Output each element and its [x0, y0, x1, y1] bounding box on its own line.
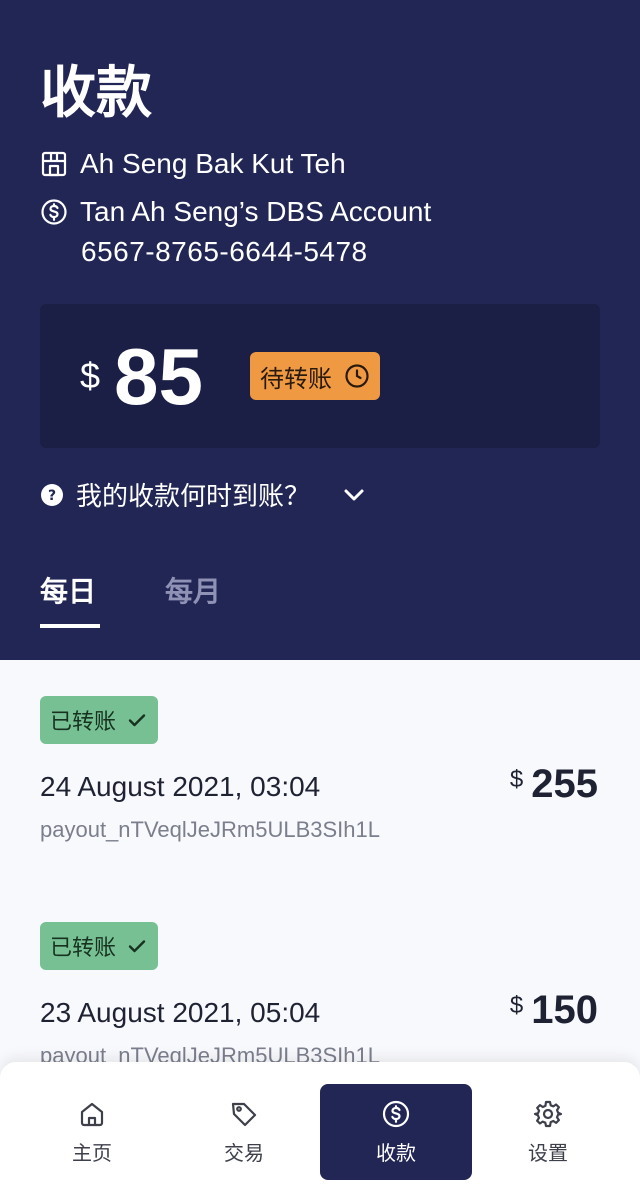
payout-currency: $: [509, 766, 524, 793]
header: 收款 Ah Seng Bak Kut Teh Tan Ah Seng’s DBS…: [0, 0, 640, 660]
tab-monthly[interactable]: 每月: [165, 572, 221, 612]
list-item[interactable]: 已转账 24 August 2021, 03:04 payout_nTVeqlJ…: [0, 660, 640, 880]
payout-date: 24 August 2021, 03:04: [40, 771, 321, 802]
status-label: 已转账: [50, 935, 117, 960]
shop-name: Ah Seng Bak Kut Teh: [80, 148, 346, 179]
nav-home[interactable]: 主页: [16, 1084, 168, 1180]
nav-payouts-label: 收款: [376, 1142, 416, 1165]
payout-id: payout_nTVeqlJeJRm5ULB3SIh1L: [40, 817, 380, 842]
check-icon: [126, 935, 148, 957]
gear-icon: [533, 1099, 563, 1129]
status-badge: 已转账: [40, 922, 159, 970]
account-row: Tan Ah Seng’s DBS Account: [40, 194, 431, 230]
payout-faq-toggle[interactable]: ? 我的收款何时到账？: [40, 476, 368, 513]
nav-payouts[interactable]: 收款: [320, 1084, 472, 1180]
payout-amount: 150: [531, 988, 598, 1032]
dollar-circle-icon: [40, 198, 68, 226]
store-icon: [40, 150, 68, 178]
tag-icon: [229, 1099, 259, 1129]
page-title: 收款: [40, 61, 152, 124]
nav-settings[interactable]: 设置: [472, 1084, 624, 1180]
active-tab-indicator: [40, 624, 100, 628]
bottom-nav: 主页 交易 收款 设置: [0, 1062, 640, 1200]
account-name: Tan Ah Seng’s DBS Account: [80, 196, 432, 227]
payout-date: 23 August 2021, 05:04: [40, 997, 321, 1028]
question-circle-icon: ?: [40, 483, 64, 507]
pending-badge: 待转账: [250, 352, 380, 400]
balance-amount: 85: [114, 332, 203, 421]
home-icon: [77, 1099, 107, 1129]
account-number: 6567-8765-6644-5478: [81, 236, 368, 267]
clock-icon: [344, 363, 370, 389]
check-icon: [126, 709, 148, 731]
tab-daily[interactable]: 每日: [40, 572, 96, 612]
status-label: 已转账: [50, 709, 117, 734]
nav-transactions[interactable]: 交易: [168, 1084, 320, 1180]
payout-currency: $: [509, 992, 524, 1019]
pending-label: 待转账: [260, 365, 332, 393]
payout-amount-group: $ 150: [510, 986, 598, 1034]
dollar-circle-icon: [381, 1099, 411, 1129]
nav-settings-label: 设置: [528, 1142, 568, 1165]
payout-amount: 255: [531, 762, 598, 806]
status-badge: 已转账: [40, 696, 159, 744]
nav-home-label: 主页: [72, 1142, 112, 1165]
shop-row: Ah Seng Bak Kut Teh: [40, 146, 346, 182]
nav-transactions-label: 交易: [224, 1142, 264, 1165]
faq-label: 我的收款何时到账？: [76, 481, 311, 511]
payout-amount-group: $ 255: [510, 760, 598, 808]
chevron-down-icon: [340, 481, 368, 509]
svg-text:?: ?: [48, 488, 56, 504]
balance-currency: $: [80, 355, 101, 396]
